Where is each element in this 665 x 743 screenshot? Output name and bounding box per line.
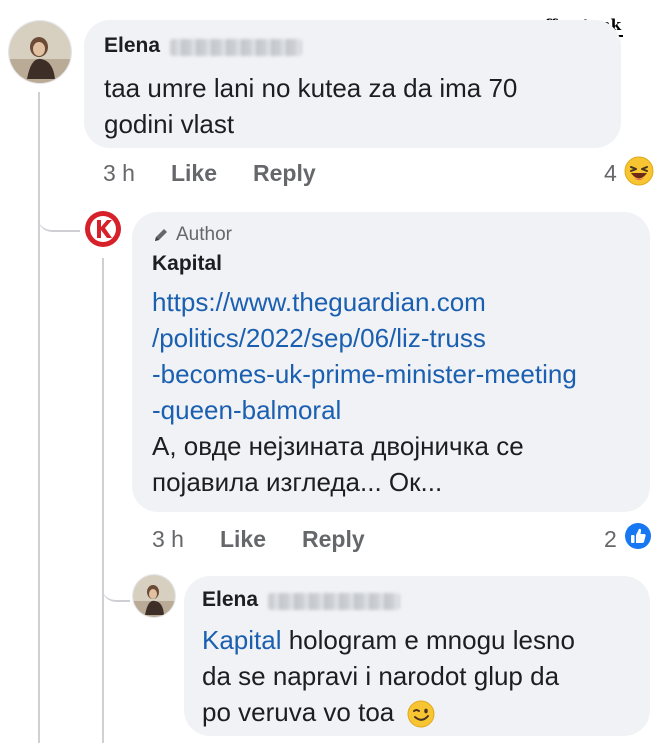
timestamp[interactable]: 3 h [152, 526, 184, 553]
comment-text-line: godini vlast [104, 109, 235, 139]
thread-line-nested [102, 258, 104, 743]
reaction-count[interactable]: 2 [604, 526, 617, 553]
avatar-elena[interactable] [8, 20, 72, 84]
article-link[interactable]: -queen-balmoral [152, 392, 647, 428]
redacted-surname [268, 593, 401, 611]
thumbs-up-icon[interactable] [624, 522, 652, 550]
comment-text-line: po veruva vo toa [202, 697, 395, 727]
thread-curve-reply-1 [38, 196, 80, 232]
comment-actions-2: 3 h Like Reply [152, 526, 401, 553]
author-badge-label: Author [176, 224, 232, 245]
timestamp[interactable]: 3 h [103, 160, 135, 187]
avatar-elena[interactable] [132, 574, 176, 618]
comment-bubble-3: Elena Kapital hologram e mnogu lesno da … [184, 576, 650, 736]
reply-button[interactable]: Reply [253, 160, 316, 187]
thread-line-main [38, 92, 40, 743]
article-link[interactable]: /politics/2022/sep/06/liz-truss [152, 320, 647, 356]
reply-button[interactable]: Reply [302, 526, 365, 553]
comment-text-line: da se napravi i narodot glup da [202, 661, 560, 691]
laughing-emoji-icon[interactable] [624, 156, 654, 186]
reaction-count[interactable]: 4 [604, 160, 617, 187]
comment-text-line: А, овде нејзината двојничка се [152, 431, 524, 461]
avatar-kapital[interactable] [84, 210, 122, 248]
comment-author-name[interactable]: Elena [104, 34, 160, 57]
article-link[interactable]: https://www.theguardian.com [152, 284, 647, 320]
winking-emoji-icon [407, 700, 435, 728]
comment-bubble-2: Author Kapital https://www.theguardian.c… [132, 212, 650, 512]
comment-author-name[interactable]: Elena [202, 588, 258, 611]
author-badge: Author [152, 224, 232, 246]
comment-bubble-1: Elena taa umre lani no kutea za da ima 7… [84, 20, 621, 148]
comment-author-name[interactable]: Kapital [152, 252, 222, 276]
like-button[interactable]: Like [171, 160, 217, 187]
mention-link[interactable]: Kapital [202, 625, 282, 655]
redacted-surname [170, 39, 303, 57]
like-button[interactable]: Like [220, 526, 266, 553]
comment-text-line: taa umre lani no kutea za da ima 70 [104, 73, 518, 103]
thread-curve-reply-2 [102, 566, 130, 602]
article-link[interactable]: -becomes-uk-prime-minister-meeting [152, 356, 647, 392]
comment-text-line: hologram e mnogu lesno [281, 625, 575, 655]
pencil-icon [155, 229, 167, 241]
comment-actions-1: 3 h Like Reply [103, 160, 352, 187]
comment-text-line: појавила изгледа... Ок... [152, 467, 443, 497]
